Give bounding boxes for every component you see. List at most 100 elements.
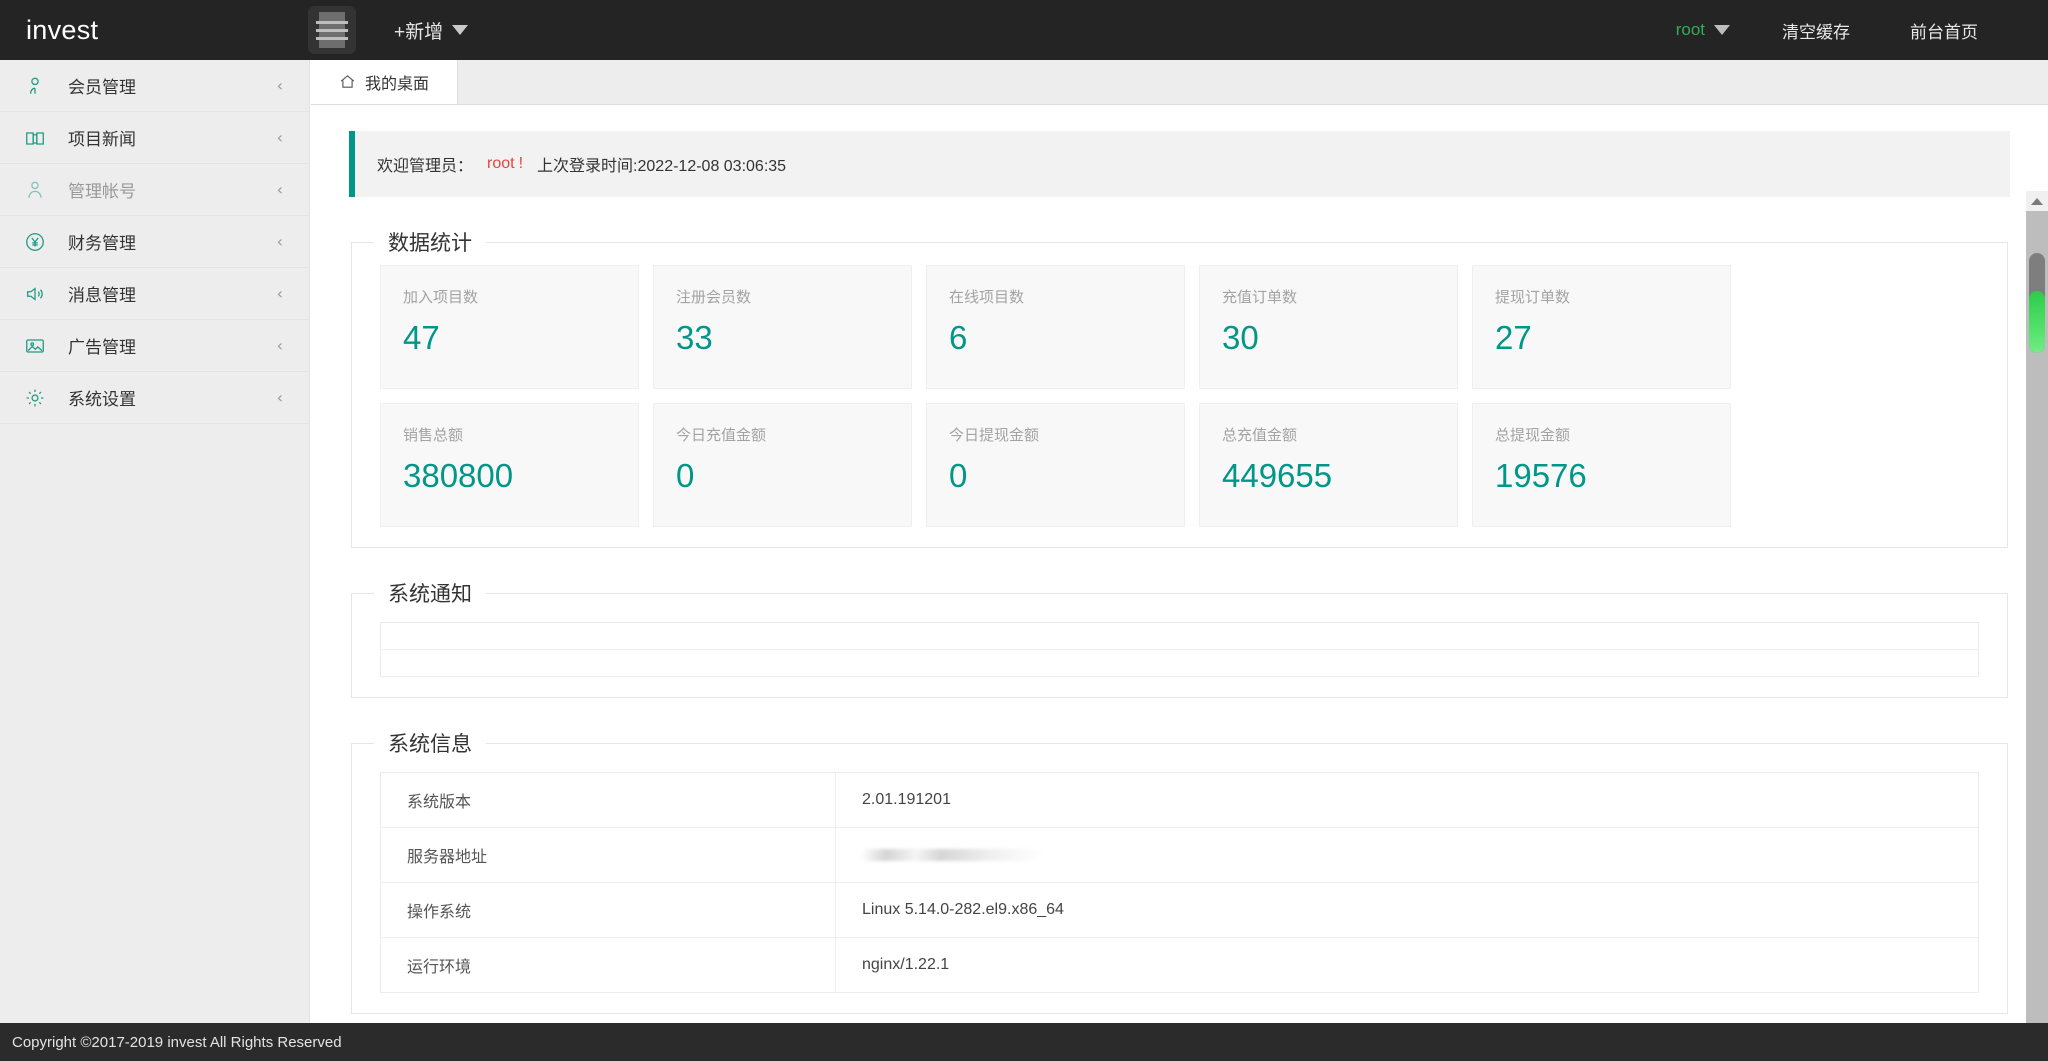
user-icon [24, 75, 54, 97]
stat-card-1: 注册会员数33 [653, 265, 912, 389]
content-scrollbar[interactable] [2026, 211, 2048, 1035]
sysinfo-panel-title: 系统信息 [374, 728, 486, 758]
sysinfo-panel: 系统信息 系统版本2.01.191201服务器地址操作系统Linux 5.14.… [351, 728, 2008, 1014]
sidebar-item-4[interactable]: 消息管理 ‹ [0, 268, 309, 320]
tab-bar: 我的桌面 [311, 60, 2048, 105]
chevron-left-icon: ‹ [277, 232, 283, 251]
notice-row [381, 650, 1979, 677]
welcome-prefix: 欢迎管理员： [377, 152, 473, 176]
table-row: 系统版本2.01.191201 [381, 773, 1979, 828]
stat-card-label: 总充值金额 [1222, 424, 1457, 445]
stat-card-value: 30 [1222, 321, 1457, 354]
tab-my-desktop[interactable]: 我的桌面 [311, 59, 458, 104]
stat-card-9: 总提现金额 19576 [1472, 403, 1731, 527]
home-icon [339, 73, 356, 90]
sidebar-item-label: 消息管理 [68, 281, 136, 306]
stat-card-label: 今日提现金额 [949, 424, 1184, 445]
sidebar-toggle-button[interactable] [308, 6, 356, 54]
sidebar-item-label: 系统设置 [68, 385, 136, 410]
chevron-down-icon [1714, 25, 1730, 35]
chevron-left-icon: ‹ [277, 388, 283, 407]
table-row: 运行环境nginx/1.22.1 [381, 938, 1979, 993]
add-new-label: +新增 [394, 17, 443, 44]
stat-card-7: 今日提现金额 0 [926, 403, 1185, 527]
speaker-icon [24, 283, 54, 305]
sidebar-item-label: 会员管理 [68, 73, 136, 98]
clear-cache-button[interactable]: 清空缓存 [1752, 18, 1880, 43]
user-menu-label: root [1676, 20, 1705, 40]
sysinfo-key-cell: 操作系统 [381, 883, 836, 938]
user-menu[interactable]: root [1654, 20, 1752, 40]
notice-cell [381, 650, 1979, 677]
sidebar-item-3[interactable]: 财务管理‹ [0, 216, 309, 268]
stats-panel-title: 数据统计 [374, 227, 486, 257]
stat-card-8: 总充值金额 449655 [1199, 403, 1458, 527]
sidebar-item-5[interactable]: 广告管理 ‹ [0, 320, 309, 372]
redacted-value [862, 849, 1042, 861]
notice-table [380, 622, 1979, 677]
content-scroll-region[interactable]: 欢迎管理员： root ! 上次登录时间:2022-12-08 03:06:35… [311, 105, 2048, 1035]
stat-card-label: 提现订单数 [1495, 286, 1730, 307]
stat-card-label: 注册会员数 [676, 286, 911, 307]
sysinfo-value-cell: Linux 5.14.0-282.el9.x86_64 [836, 883, 1979, 938]
add-new-dropdown[interactable]: +新增 [394, 17, 468, 44]
stat-card-0: 加入项目数47 [380, 265, 639, 389]
stats-card-grid: 加入项目数47注册会员数33 在线项目数 6 充值订单数 30 提现订单数27 销售总额 38… [380, 265, 1979, 527]
book-icon [24, 127, 54, 149]
sysinfo-key-cell: 系统版本 [381, 773, 836, 828]
chevron-left-icon: ‹ [277, 180, 283, 199]
sidebar-item-6[interactable]: 系统设置 ‹ [0, 372, 309, 424]
app-logo[interactable]: invest [0, 0, 300, 60]
chevron-left-icon: ‹ [277, 284, 283, 303]
chevron-down-icon [452, 25, 468, 35]
welcome-exclamation: ! [517, 155, 525, 173]
welcome-username: root [485, 155, 517, 173]
image-icon [24, 335, 54, 357]
sidebar-menu: 会员管理‹项目新闻‹管理帐号‹财务管理‹消息管理‹广告管理‹系统设置‹ [0, 60, 309, 424]
yen-circle-icon [24, 231, 54, 253]
sidebar-item-label: 项目新闻 [68, 125, 136, 150]
stat-card-3: 充值订单数 30 [1199, 265, 1458, 389]
sysinfo-table: 系统版本2.01.191201服务器地址操作系统Linux 5.14.0-282… [380, 772, 1979, 993]
stat-card-5: 销售总额 380800 [380, 403, 639, 527]
stat-card-label: 销售总额 [403, 424, 638, 445]
top-header: invest +新增 root 清空缓存 前台首页 [0, 0, 2048, 60]
stat-card-value: 0 [676, 459, 911, 492]
stat-card-value: 449655 [1222, 459, 1457, 492]
table-row: 服务器地址 [381, 828, 1979, 883]
sysinfo-key-cell: 服务器地址 [381, 828, 836, 883]
stat-card-value: 6 [949, 321, 1184, 354]
stat-card-label: 总提现金额 [1495, 424, 1730, 445]
stat-card-label: 在线项目数 [949, 286, 1184, 307]
chevron-left-icon: ‹ [277, 336, 283, 355]
sidebar-item-1[interactable]: 项目新闻 ‹ [0, 112, 309, 164]
sidebar-item-2[interactable]: 管理帐号 ‹ [0, 164, 309, 216]
welcome-last-login: 上次登录时间:2022-12-08 03:06:35 [537, 152, 786, 176]
sysinfo-value-cell [836, 828, 1979, 883]
stats-panel: 数据统计 加入项目数47注册会员数33 在线项目数 6 充值订单数 30 提现订单数27 销… [351, 227, 2008, 548]
table-row: 操作系统Linux 5.14.0-282.el9.x86_64 [381, 883, 1979, 938]
sidebar-item-0[interactable]: 会员管理 ‹ [0, 60, 309, 112]
stat-card-label: 充值订单数 [1222, 286, 1457, 307]
users-icon [24, 179, 54, 201]
copyright-text: Copyright ©2017-2019 invest All Rights R… [12, 1034, 342, 1051]
chevron-left-icon: ‹ [277, 76, 283, 95]
scrollbar-thumb[interactable] [2029, 253, 2045, 353]
scroll-up-arrow-icon[interactable] [2026, 191, 2048, 211]
stat-card-4: 提现订单数27 [1472, 265, 1731, 389]
app-logo-text: invest [26, 15, 98, 46]
sidebar: 会员管理‹项目新闻‹管理帐号‹财务管理‹消息管理‹广告管理‹系统设置‹ [0, 60, 310, 1061]
stat-card-label: 今日充值金额 [676, 424, 911, 445]
chevron-left-icon: ‹ [277, 128, 283, 147]
stat-card-value: 19576 [1495, 459, 1730, 492]
sidebar-item-label: 广告管理 [68, 333, 136, 358]
notice-panel: 系统通知 [351, 578, 2008, 698]
sidebar-toggle-icon [319, 12, 345, 48]
stat-card-value: 0 [949, 459, 1184, 492]
front-page-link[interactable]: 前台首页 [1880, 18, 2008, 43]
stat-card-value: 380800 [403, 459, 638, 492]
sysinfo-value-cell: nginx/1.22.1 [836, 938, 1979, 993]
footer: Copyright ©2017-2019 invest All Rights R… [0, 1023, 2048, 1061]
notice-row [381, 623, 1979, 650]
sidebar-item-label: 管理帐号 [68, 177, 136, 202]
